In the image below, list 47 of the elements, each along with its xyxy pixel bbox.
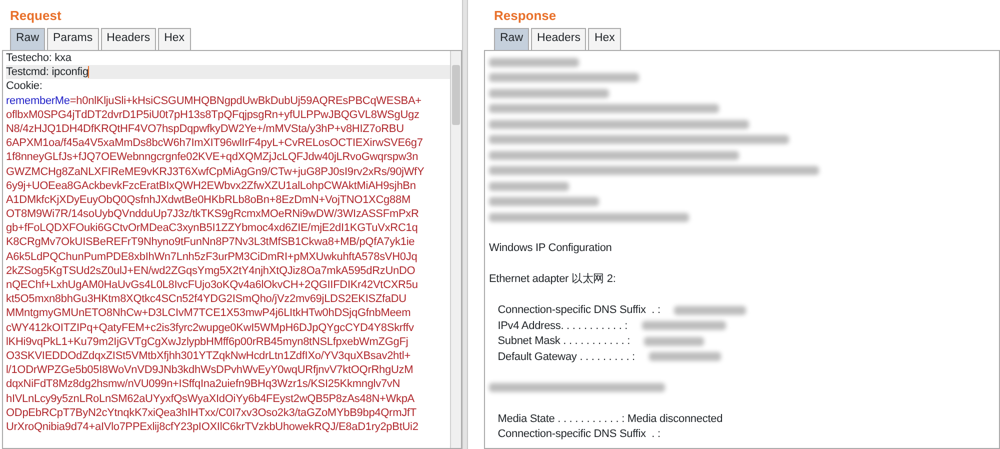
output-line: Ethernet adapter 以太网 2: <box>489 273 616 285</box>
param-value: 1f8nneyGLfJs+fJQ7OEWebnngcrgnfe02KVE+qdXQMZjJcLQFJdw40jLRvoGwqrspw3n <box>6 151 418 164</box>
param-value: UrXroQnibia9d74+aIVlo7PPExlij8cfY23pIOXIlC6krTVzkbUhowekRQJ/E8aD1ry2pBtUi2 <box>6 420 418 433</box>
param-value: cWY412kOITZIPq+QatyFEM+c2is3fyrc2wupge0KwI5WMpH6DJpQYgcCYD4Y8Skrffv <box>6 322 414 334</box>
param-value: A1DMkfcKjXDyEuyObQ0QsfnhJXdwtBe0HKbRLb8oBn+8EzDmN+VojTNO1XCg88M <box>6 194 410 206</box>
param-value: 6APXM1oa/f45a4V5xaMmDs8bcW6h7ImXIT96wlIrF4pyL+CvRELosOCTIEXirwSVE6g7 <box>6 137 423 150</box>
output-line: Subnet Mask . . . . . . . . . . . : <box>496 335 630 347</box>
param-value: =h0nlKljuSli+kHsiCSGUMHQBNgpdUwBkDubUj59AQREsPBCqWESBA+ <box>70 94 422 107</box>
param-name: rememberMe <box>6 94 70 107</box>
param-value: gb+fFoLQDXFOuki6GCtvOrMDeaC3xynB5I1ZZYbmoc4xd6ZIE/mjE2dI1KGTuVxRC1q <box>6 222 418 234</box>
param-value: 2kZSog5KgTSUd2sZ0ulJ+EN/wd2ZGqsYmg5X2tY4njhXtQJiz8Oa7mkA595dRzUnDO <box>6 264 416 277</box>
param-value: l/1ODrWPZGe5b05I8WoVnVD9JNb3kdhWsDPvhWvEyY0wqURfjnvV7ktOQrRhgUzM <box>6 364 414 376</box>
param-value: 6y9j+UOEea8GAckbevkFzcEratBIxQWH2EWbvx2ZfwXZU1alLohpCWAktMiAH9sjhBn <box>6 180 416 192</box>
output-line: Windows IP Configuration <box>489 242 612 254</box>
header-line: Cookie: <box>6 80 42 92</box>
param-value: nQEChf+LxhUgAM0HaUvGs4L0L8IvcFUjo3oKQv4a6lOkvCH+2QGIIFDIKr42VtCXR5u <box>6 279 418 291</box>
param-value: hIVLnLcy9y5znLRoLnSM62aUYyxfQsWyaXIdOiYy6b4FEyst2wQB5P8zAs48N+WkpA <box>6 392 414 404</box>
param-value: OT8M9Wi7R/14soUybQVndduUp7J3z/tkTKS9gRcmxMOeRNi9wDW/3WIzASSFmPxR <box>6 208 419 220</box>
view-tab[interactable]: Raw <box>494 28 530 50</box>
param-value: lKHi9vqPkL1+Ku79m2IjGVTgCgXwJzlypbHMff6p00rRB45myn8tNSLfpxebWmZGgFj <box>6 336 408 348</box>
param-value: O3SKVIEDDOdZdqxZISt5VMtbXfjhh301YTZqkNwHcdrLtn1ZdfIXo/YV3quXBsav2htl+ <box>6 350 410 362</box>
param-value: K8CRgMv7OkUISBeREFrT9Nhyno9tFunNn8P7Nv3L3tMfSB1Ckwa8+MB/pQfA7yk1ie <box>6 236 415 248</box>
view-tab[interactable]: Headers <box>531 28 586 50</box>
view-tab[interactable]: Params <box>47 28 99 50</box>
output-line: Default Gateway . . . . . . . . . : <box>496 350 635 362</box>
param-value: dqxNiFdT8Mz8dg2hsmw/nVU099n+ISffqIna2uiefn9BHq3Wzr1s/KSI25Kkmnglv7vN <box>6 378 400 390</box>
param-value: N8/4zHJQ1DH4DfKRQtHF4VO7hspDqpwfkyDW2Ye+/mMVSta/y3hP+v8HIZ7oRBU <box>6 122 404 135</box>
param-value: kt5O5mxn8bhGu3HKtm8XQtkc4SCn52f4YDG2ISmQho/jVz2mv69jLDS2EKISZfaDU <box>6 293 406 306</box>
view-tab[interactable]: Hex <box>158 28 191 50</box>
param-value: MMntgmyGMUnETO8NhCw+D3LCIvM7TCE1X53mwP4j6LItkHTw0hDSjqGfnbMeem <box>6 307 411 320</box>
param-value: oflbxM0SPG4jTdDT2dvrD1P5iU0t7pH13s8TpQFqjpsgRn+yfULPPwJBQGVL8WSgUgz <box>6 108 420 121</box>
header-line: Testcmd: ipconfig <box>6 66 88 78</box>
view-tab[interactable]: Raw <box>10 28 46 50</box>
param-value: A6k5LdPQChunPumPDE8xbIhWn7Lnh5zF3urPM3CiDmRI+pMXUwkuhftA578sVH0Jq <box>6 250 418 263</box>
pane-title: Request <box>9 7 62 25</box>
view-tab[interactable]: Hex <box>588 28 621 50</box>
text-cursor <box>88 66 90 78</box>
output-line: Connection-specific DNS Suffix . : <box>496 428 660 440</box>
output-line: Media State . . . . . . . . . . . : Media disconnected <box>496 412 723 424</box>
param-value: ODpEbRCpT7ByN2cYtnqkK7xiQea3hIHTxx/C0I7xv3Oso2k3/taGZoMYbB9bp4QrmJfT <box>6 406 416 419</box>
header-line: Testecho: kxa <box>6 52 72 64</box>
output-line: Connection-specific DNS Suffix . : <box>496 304 660 316</box>
pane-title: Response <box>493 7 558 25</box>
view-tab[interactable]: Headers <box>100 28 156 50</box>
scrollbar[interactable] <box>450 51 461 448</box>
output-line: IPv4 Address. . . . . . . . . . . : <box>496 320 628 332</box>
param-value: GWZMCHg8ZaNLXFIReME9vKRJ3T6XwfCpMiAgGn9/CTw+juG8PJ0sI9rv2xRs/90jWfY <box>6 166 424 178</box>
